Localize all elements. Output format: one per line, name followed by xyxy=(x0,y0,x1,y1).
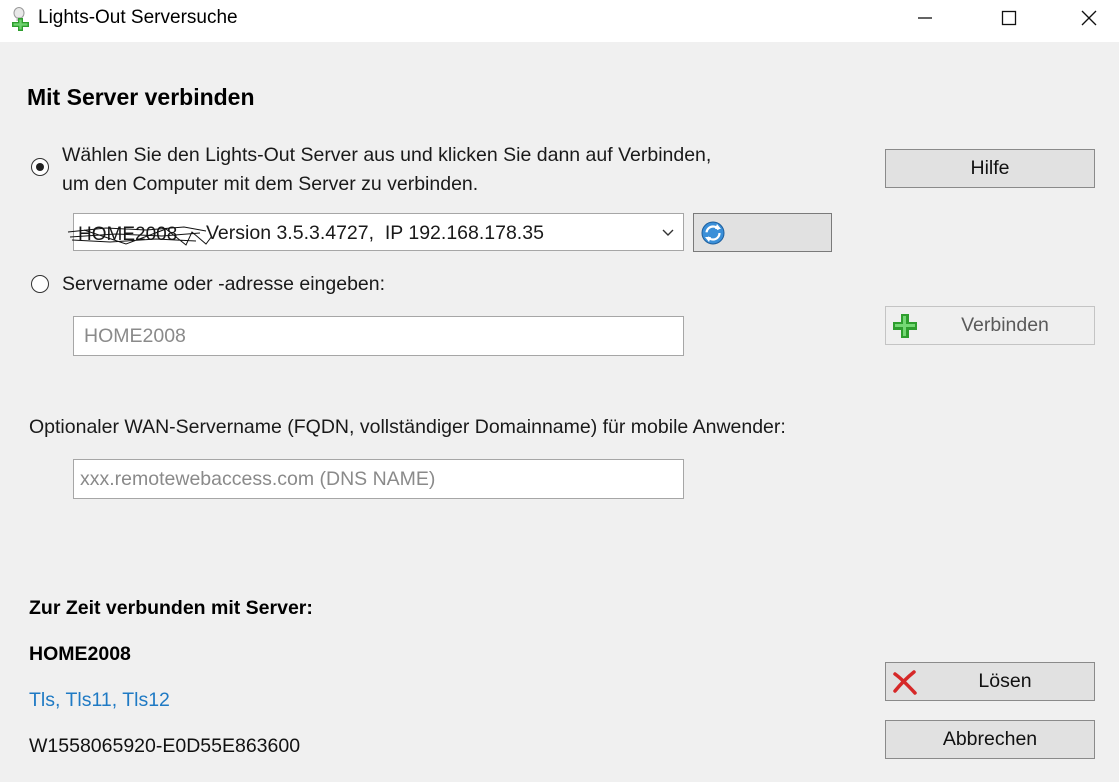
dialog-heading: Mit Server verbinden xyxy=(27,84,255,110)
refresh-icon xyxy=(700,220,726,251)
refresh-button[interactable] xyxy=(693,213,832,252)
radio-select-server[interactable] xyxy=(31,158,49,176)
wan-servername-input[interactable] xyxy=(73,459,684,499)
plus-icon xyxy=(892,313,918,345)
help-button[interactable]: Hilfe xyxy=(885,149,1095,188)
disconnect-button[interactable]: Lösen xyxy=(885,662,1095,701)
minimize-button[interactable] xyxy=(897,0,953,36)
cancel-button-label: Abbrechen xyxy=(942,728,1038,750)
help-button-label: Hilfe xyxy=(970,157,1010,179)
connect-button-label: Verbinden xyxy=(961,314,1049,336)
close-icon xyxy=(1081,10,1097,26)
cancel-button[interactable]: Abbrechen xyxy=(885,720,1095,759)
radio-manual-server-label[interactable]: Servername oder -adresse eingeben: xyxy=(62,270,385,299)
chevron-down-icon[interactable] xyxy=(661,225,675,243)
connected-server-id: W1558065920-E0D55E863600 xyxy=(29,735,301,757)
connect-button[interactable]: Verbinden xyxy=(885,306,1095,345)
radio-manual-server[interactable] xyxy=(31,275,49,293)
redacted-server-name: HOME2008 xyxy=(67,224,213,246)
wan-servername-label: Optionaler WAN-Servername (FQDN, vollstä… xyxy=(29,416,786,438)
disconnect-button-label: Lösen xyxy=(978,670,1032,692)
dialog-window: Lights-Out Serversuche Mit Server verbin… xyxy=(0,0,1119,782)
connected-server-heading: Zur Zeit verbunden mit Server: xyxy=(29,597,313,619)
server-combobox[interactable]: HOME2008 Version 3.5.3.4727, IP 192.168.… xyxy=(67,213,684,251)
radio-select-server-label[interactable]: Wählen Sie den Lights-Out Server aus und… xyxy=(62,141,742,199)
window-title: Lights-Out Serversuche xyxy=(38,7,238,28)
red-cross-icon xyxy=(892,669,918,701)
server-combobox-value: Version 3.5.3.4727, IP 192.168.178.35 xyxy=(206,222,544,244)
server-name-input[interactable] xyxy=(73,316,684,356)
lights-out-plus-icon xyxy=(9,6,33,32)
close-button[interactable] xyxy=(1061,0,1117,36)
connected-protocols: Tls, Tls11, Tls12 xyxy=(29,689,170,711)
connected-server-name: HOME2008 xyxy=(29,643,131,665)
title-bar: Lights-Out Serversuche xyxy=(0,0,1119,42)
maximize-icon xyxy=(1001,10,1017,26)
minimize-icon xyxy=(918,17,932,19)
maximize-button[interactable] xyxy=(981,0,1037,36)
